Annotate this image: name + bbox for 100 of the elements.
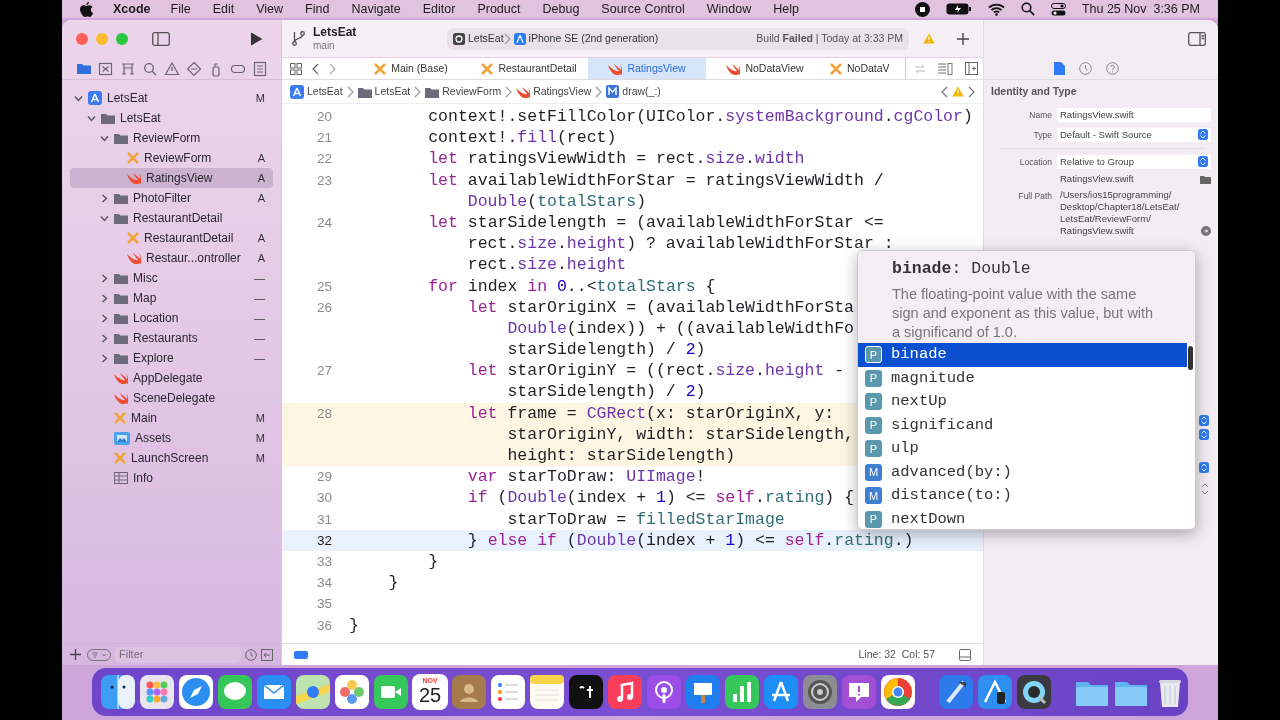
navigator-item[interactable]: Main M — [70, 408, 273, 428]
symbol-kind-badge: P — [865, 369, 882, 387]
navigator-item[interactable]: ReviewForm A — [70, 148, 273, 168]
menu-item[interactable]: Help — [773, 0, 799, 19]
completion-item[interactable]: P nextUp — [858, 390, 1195, 414]
completion-item[interactable]: P nextDown — [858, 507, 1195, 529]
menu-item[interactable]: Debug — [542, 0, 580, 19]
status-letter: M — [255, 450, 265, 466]
navigator-item[interactable]: RestaurantDetail A — [70, 228, 273, 248]
symbol-kind-badge: M — [865, 463, 882, 481]
symbol-kind-badge: P — [865, 416, 882, 434]
section-title: Identity and Type — [991, 84, 1078, 99]
menu-bar-clock[interactable]: Thu 25 Nov 3:36 PM — [1081, 0, 1200, 19]
code-line: context!.fill(rect) — [427, 127, 617, 149]
status-letter: A — [257, 250, 265, 266]
code-line: } — [427, 550, 439, 573]
destination-selector[interactable]: iPhone SE (2nd generation) — [513, 30, 659, 47]
navigator-item[interactable]: SceneDelegate — [70, 388, 273, 408]
navigator-item[interactable]: Map — — [70, 288, 273, 308]
completion-item[interactable]: P binade — [858, 343, 1187, 367]
code-line: let starOriginY = ((rect.size.height - — [466, 360, 845, 382]
symbol-kind-badge: P — [865, 510, 882, 528]
completion-item[interactable]: M distance(to:) — [858, 484, 1195, 508]
menu-item[interactable]: Navigate — [351, 0, 401, 19]
navigator-item[interactable]: RestaurantDetail — [70, 208, 273, 228]
breadcrumb-item[interactable]: LetsEat — [290, 83, 343, 100]
navigator-item[interactable]: LetsEat — [70, 108, 273, 128]
navigator-item[interactable]: LetsEat M — [70, 88, 273, 108]
line-number: 35 — [316, 595, 332, 614]
location-file-name: RatingsView.swift — [1059, 171, 1135, 186]
navigator-item[interactable]: Restaurants — — [70, 328, 273, 348]
breadcrumb-item[interactable]: LetsEat — [357, 83, 411, 100]
full-path-line: Desktop/Chapter18/LetsEat/ — [1060, 200, 1181, 213]
symbol-kind-badge: P — [865, 440, 882, 458]
code-line: let ratingsViewWidth = rect.size.width — [427, 148, 805, 170]
symbol-signature: binade: Double — [892, 258, 1032, 280]
completion-item[interactable]: P magnitude — [858, 366, 1195, 390]
breadcrumb-item[interactable]: draw(_:) — [606, 83, 661, 100]
status-letter: — — [254, 350, 265, 366]
code-line: starSidelength) / 2) — [506, 339, 706, 361]
type-popup[interactable]: Default - Swift Source — [1057, 127, 1211, 142]
full-path-line: /Users/ios15programming/ — [1060, 188, 1173, 201]
symbol-kind-badge: P — [865, 393, 882, 411]
build-status: Build Failed | Today at 3:33 PM — [756, 30, 903, 46]
line-number: 26 — [316, 298, 332, 317]
line-number: 20 — [316, 108, 332, 126]
name-field[interactable]: RatingsView.swift — [1057, 107, 1211, 122]
cursor-position: Line: 32 Col: 57 — [858, 646, 935, 662]
breadcrumb-item[interactable]: RatingsView — [516, 83, 592, 100]
navigator-item[interactable]: AppDelegate — [70, 368, 273, 388]
navigator-item[interactable]: PhotoFilter A — [70, 188, 273, 208]
code-line: let availableWidthForStar = ratingsViewWidth / — [427, 169, 884, 191]
code-line: height: starSidelength) — [506, 445, 736, 467]
code-line: Double(index)) + ((availableWidthFo — [506, 317, 854, 340]
menu-item[interactable]: Find — [305, 0, 330, 19]
code-line: for index in 0..<totalStars { — [427, 275, 716, 297]
menu-item[interactable]: Product — [477, 0, 521, 19]
navigator-item[interactable]: ReviewForm — [70, 128, 273, 148]
navigator-item[interactable]: Location — — [70, 308, 273, 328]
status-letter: M — [255, 90, 265, 106]
line-number: 33 — [316, 552, 332, 571]
status-letter: A — [257, 230, 265, 246]
status-letter: M — [255, 430, 265, 446]
line-number: 28 — [316, 404, 332, 423]
menu-item[interactable]: Source Control — [601, 0, 685, 19]
navigator-item[interactable]: Misc — — [70, 268, 273, 288]
navigator-item[interactable]: LaunchScreen M — [70, 448, 273, 468]
code-line: } else if (Double(index + 1) <= self.rating.) — [466, 529, 914, 551]
filter-field[interactable]: Filter — [115, 646, 241, 663]
menu-item[interactable]: File — [170, 0, 191, 19]
scheme-selector[interactable]: LetsEat — [453, 30, 504, 47]
navigator-item[interactable]: RatingsView A — [70, 168, 273, 188]
location-popup[interactable]: Relative to Group — [1057, 154, 1211, 169]
menu-item[interactable]: Window — [706, 0, 752, 19]
navigator-item[interactable]: Info — [70, 468, 273, 488]
breadcrumb-item[interactable]: ReviewForm — [425, 83, 502, 100]
navigator-item[interactable]: Explore — — [70, 348, 273, 368]
full-path-line: LetsEat/ReviewForm/ — [1060, 212, 1152, 225]
code-line: } — [387, 572, 399, 594]
code-line: context!.setFillColor(UIColor.systemBackground.cgColor) — [427, 106, 973, 128]
code-line: starToDraw = filledStarImage — [506, 508, 785, 530]
editor-tab[interactable]: RatingsView — [588, 58, 706, 79]
line-number: 27 — [316, 362, 332, 381]
completion-item[interactable]: M advanced(by:) — [858, 460, 1195, 484]
code-line: starSidelength) / 2) — [506, 381, 706, 403]
code-line: rect.size.height — [466, 254, 627, 276]
navigator-item[interactable]: Restaur...ontroller A — [70, 248, 273, 268]
completion-item[interactable]: P significand — [858, 413, 1195, 437]
field-label: Full Path — [1017, 189, 1053, 203]
completion-item[interactable]: P ulp — [858, 437, 1195, 461]
menu-item[interactable]: Editor — [422, 0, 456, 19]
branch-name: main — [313, 38, 336, 52]
navigator-item[interactable]: Assets M — [70, 428, 273, 448]
app-menu[interactable]: Xcode — [113, 0, 151, 19]
status-letter: — — [254, 270, 265, 286]
status-letter: A — [257, 170, 265, 186]
menu-item[interactable]: Edit — [212, 0, 235, 19]
status-letter: M — [255, 410, 265, 426]
status-letter: A — [257, 190, 265, 206]
menu-item[interactable]: View — [256, 0, 284, 19]
